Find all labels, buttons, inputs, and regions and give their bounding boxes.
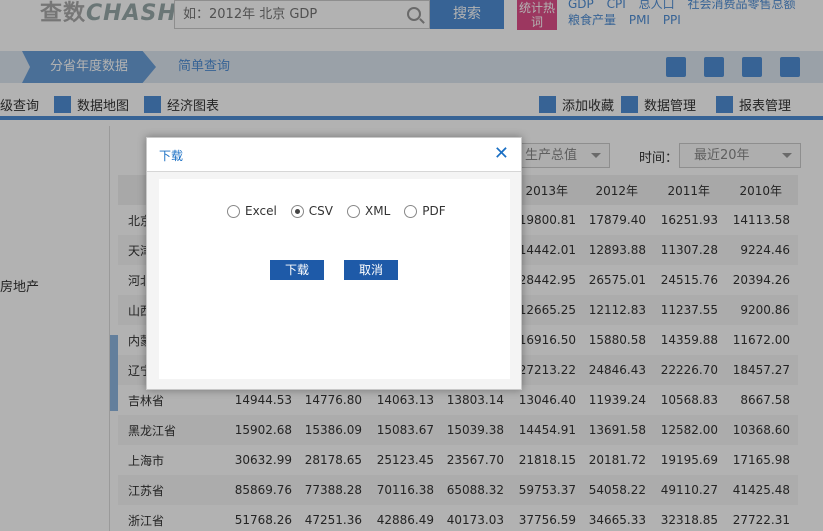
radio-xml[interactable] xyxy=(347,204,361,218)
format-option-xml[interactable]: XML xyxy=(347,204,390,218)
dialog-header: 下载 ✕ xyxy=(147,138,521,172)
download-dialog: 下载 ✕ Excel CSV XML PDF 下载 取消 xyxy=(146,137,522,390)
dialog-body: Excel CSV XML PDF 下载 取消 xyxy=(159,179,510,379)
radio-pdf[interactable] xyxy=(404,204,418,218)
format-option-excel[interactable]: Excel xyxy=(227,204,277,218)
radio-csv[interactable] xyxy=(290,204,304,218)
dialog-title: 下载 xyxy=(159,149,184,163)
cancel-button[interactable]: 取消 xyxy=(344,260,398,280)
format-radio-group: Excel CSV XML PDF xyxy=(227,204,460,218)
format-option-pdf[interactable]: PDF xyxy=(404,204,446,218)
download-button[interactable]: 下载 xyxy=(270,260,324,280)
close-icon[interactable]: ✕ xyxy=(494,143,509,165)
radio-excel[interactable] xyxy=(227,204,240,218)
format-option-csv[interactable]: CSV xyxy=(290,204,333,218)
